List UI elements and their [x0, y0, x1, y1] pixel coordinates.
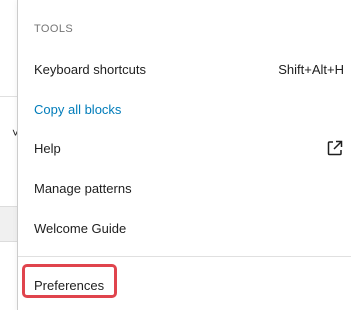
menu-item-help[interactable]: Help	[26, 130, 351, 166]
menu-item-label: Keyboard shortcuts	[34, 61, 147, 77]
menu-divider	[18, 256, 351, 257]
editor-screen: ˅ TOOLS Keyboard shortcuts Shift+Alt+H C…	[0, 0, 351, 310]
menu-item-manage-patterns[interactable]: Manage patterns	[26, 170, 351, 206]
external-link-icon	[326, 139, 344, 157]
menu-item-label: Manage patterns	[34, 180, 132, 196]
background-caret: ˅	[12, 126, 20, 140]
keyboard-shortcut-hint: Shift+Alt+H	[278, 61, 344, 77]
background-divider	[0, 96, 18, 97]
menu-item-preferences[interactable]: Preferences	[26, 267, 351, 303]
menu-item-label: Preferences	[34, 277, 105, 293]
menu-item-label: Copy all blocks	[34, 101, 122, 117]
background-panel	[0, 206, 18, 242]
menu-item-label: Welcome Guide	[34, 220, 127, 236]
menu-item-welcome-guide[interactable]: Welcome Guide	[26, 210, 351, 246]
editor-background: ˅	[0, 0, 20, 310]
options-dropdown-menu: TOOLS Keyboard shortcuts Shift+Alt+H Cop…	[17, 0, 351, 310]
menu-item-keyboard-shortcuts[interactable]: Keyboard shortcuts Shift+Alt+H	[26, 51, 351, 87]
menu-item-copy-all-blocks[interactable]: Copy all blocks	[26, 91, 351, 127]
tools-section-label: TOOLS	[34, 23, 74, 35]
menu-item-label: Help	[34, 140, 61, 156]
